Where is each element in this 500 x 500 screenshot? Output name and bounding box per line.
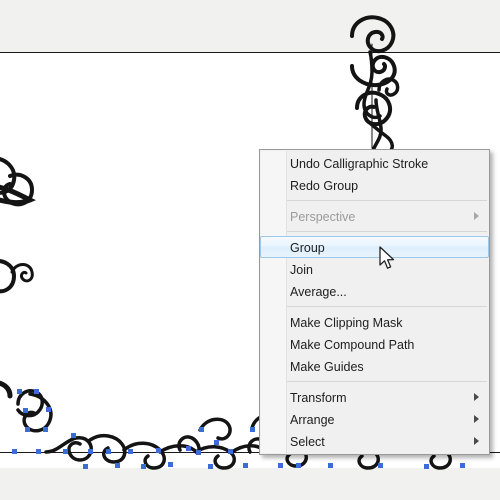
menu-item-label: Make Clipping Mask (290, 316, 403, 330)
menu-item-label: Make Guides (290, 360, 364, 374)
menu-item-label: Transform (290, 391, 347, 405)
artboard-top-edge (0, 52, 500, 53)
menu-item-label: Group (290, 241, 325, 255)
menu-item-average[interactable]: Average... (260, 280, 489, 302)
menu-item-perspective: Perspective (260, 205, 489, 227)
menu-item-undo-calligraphic-stroke[interactable]: Undo Calligraphic Stroke (260, 152, 489, 174)
application-window: Undo Calligraphic Stroke Redo Group Perspe… (0, 0, 500, 500)
menu-item-label: Undo Calligraphic Stroke (290, 157, 429, 171)
menu-separator (287, 200, 487, 201)
menu-item-label: Average... (290, 285, 347, 299)
menu-item-make-guides[interactable]: Make Guides (260, 355, 489, 377)
menu-item-arrange[interactable]: Arrange (260, 408, 489, 430)
menu-item-make-compound-path[interactable]: Make Compound Path (260, 333, 489, 355)
menu-item-make-clipping-mask[interactable]: Make Clipping Mask (260, 311, 489, 333)
menu-item-join[interactable]: Join (260, 258, 489, 280)
chevron-right-icon (474, 393, 479, 401)
menu-item-label: Redo Group (290, 179, 359, 193)
menu-item-label: Make Compound Path (290, 338, 415, 352)
menu-separator (287, 381, 487, 382)
menu-item-label: Select (290, 435, 325, 449)
menu-item-transform[interactable]: Transform (260, 386, 489, 408)
menu-item-label: Perspective (290, 210, 356, 224)
menu-separator (287, 231, 487, 232)
chevron-right-icon (474, 437, 479, 445)
menu-separator (287, 306, 487, 307)
menu-item-redo-group[interactable]: Redo Group (260, 174, 489, 196)
menu-item-label: Arrange (290, 413, 335, 427)
chevron-right-icon (474, 415, 479, 423)
menu-item-select[interactable]: Select (260, 430, 489, 452)
menu-item-label: Join (290, 263, 313, 277)
menu-item-list: Undo Calligraphic Stroke Redo Group Perspe… (260, 152, 489, 452)
menu-item-group[interactable]: Group (260, 236, 489, 258)
canvas-context-menu[interactable]: Undo Calligraphic Stroke Redo Group Perspe… (259, 149, 490, 455)
chevron-right-icon (474, 212, 479, 220)
